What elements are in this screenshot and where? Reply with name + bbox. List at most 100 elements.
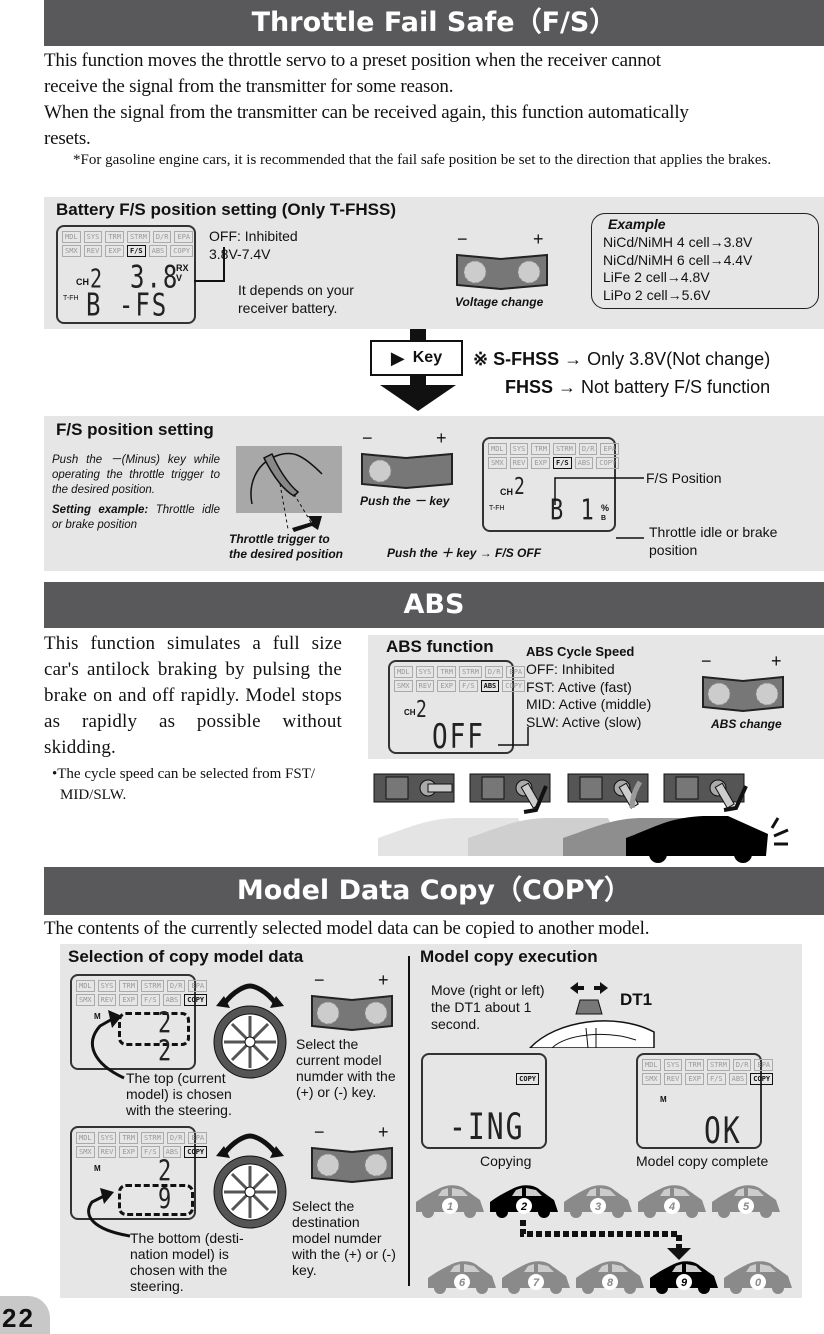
abs-key-pad[interactable]: − + bbox=[701, 651, 786, 717]
lcd-ch-number: 2 bbox=[416, 696, 429, 724]
curved-arrow-icon bbox=[90, 1010, 125, 1080]
callout-lines bbox=[554, 477, 644, 539]
plus-key[interactable] bbox=[364, 1001, 388, 1025]
lcd-tag: SMX bbox=[76, 1146, 95, 1158]
car-number: 5 bbox=[743, 1201, 750, 1213]
key-pad-graphic bbox=[702, 675, 784, 713]
car-number: 9 bbox=[681, 1277, 688, 1289]
fs-intro-line: receive the signal from the transmitter … bbox=[44, 76, 454, 97]
abs-speed-item: FST: Active (fast) bbox=[526, 678, 632, 695]
range-line: 3.8V-7.4V bbox=[209, 246, 271, 262]
fs-position-title: F/S position setting bbox=[56, 420, 214, 439]
minus-key[interactable] bbox=[316, 1001, 340, 1025]
model-car-4: 4 bbox=[636, 1182, 708, 1223]
arrow-down-icon bbox=[667, 1248, 691, 1260]
abs-speed-item: OFF: Inhibited bbox=[526, 661, 615, 677]
lcd-tag: TRM bbox=[119, 980, 138, 992]
plus-key-label: + bbox=[533, 229, 544, 249]
lcd-tag: EPA bbox=[188, 980, 208, 992]
steering-wheel-icon bbox=[213, 983, 287, 1079]
lcd-tag: ABS bbox=[574, 457, 594, 469]
lcd-tag: MDL bbox=[488, 443, 507, 455]
plus-key-label: + bbox=[436, 428, 447, 448]
minus-key[interactable] bbox=[463, 260, 487, 284]
select-destination-key-pad[interactable]: − + bbox=[300, 1122, 395, 1188]
note-fhss: FHSS → Not battery F/S function bbox=[505, 377, 771, 397]
plus-key[interactable] bbox=[517, 260, 541, 284]
example-title: Example bbox=[608, 216, 666, 232]
lcd-tag: COPY bbox=[596, 457, 620, 469]
lcd-tag: SMX bbox=[394, 680, 413, 692]
lcd-mode-label: T-FH bbox=[63, 295, 79, 302]
model-car-0: 0 bbox=[722, 1258, 794, 1299]
model-car-2: 2 bbox=[488, 1182, 560, 1223]
minus-key[interactable] bbox=[707, 682, 731, 706]
minus-key[interactable] bbox=[316, 1153, 340, 1177]
model-car-6: 6 bbox=[426, 1258, 498, 1299]
copying-caption: Copying bbox=[480, 1153, 532, 1169]
dt1-dial-icon[interactable] bbox=[526, 978, 656, 1048]
lcd-tag: D/R bbox=[732, 1059, 752, 1071]
abs-illustration bbox=[373, 773, 789, 863]
abs-speed-title: ABS Cycle Speed bbox=[526, 644, 635, 659]
minus-key-label: − bbox=[314, 970, 325, 990]
lcd-tag: TRM bbox=[531, 443, 550, 455]
lcd-tag: EPA bbox=[600, 443, 620, 455]
lcd-destination-model: 9 bbox=[158, 1184, 174, 1217]
model-car-3: 3 bbox=[562, 1182, 634, 1223]
lcd-tag: EXP bbox=[105, 245, 124, 257]
lcd-tag: MDL bbox=[76, 980, 95, 992]
lcd-tag: TRM bbox=[685, 1059, 704, 1071]
fs-position-label: F/S Position bbox=[646, 470, 722, 486]
lcd-tag-active: COPY bbox=[516, 1073, 539, 1085]
lcd-tag: STRM bbox=[126, 231, 150, 243]
plus-key[interactable] bbox=[755, 682, 779, 706]
lcd-tag: EXP bbox=[531, 457, 550, 469]
lcd-ch-label: CH bbox=[76, 277, 89, 287]
battery-fs-title: Battery F/S position setting (Only T-FHS… bbox=[56, 200, 397, 219]
select-current-key-pad[interactable]: − + bbox=[300, 970, 395, 1036]
lcd-bottom-value: B -FS bbox=[86, 287, 169, 324]
key-pad-graphic bbox=[361, 452, 453, 490]
lcd-tag: EXP bbox=[685, 1073, 704, 1085]
note-sfhss: ※ S-FHSS → Only 3.8V(Not change) bbox=[473, 349, 771, 369]
model-car-9: 9 bbox=[648, 1258, 720, 1299]
play-icon: ▶ bbox=[390, 347, 405, 368]
minus-key-label: − bbox=[362, 428, 373, 448]
model-car-8: 8 bbox=[574, 1258, 646, 1299]
key-pad-graphic bbox=[456, 253, 548, 291]
abs-bullet: •The cycle speed can be selected from FS… bbox=[52, 766, 316, 803]
lcd-tag: MDL bbox=[62, 231, 81, 243]
abs-panel-title: ABS function bbox=[386, 637, 494, 656]
depends-line: It depends on your bbox=[238, 282, 354, 298]
minus-key[interactable] bbox=[368, 459, 392, 483]
lcd-tag: EXP bbox=[119, 1146, 138, 1158]
lcd-unit-v: V bbox=[176, 273, 183, 283]
bottom-key-caption: Select the destination model numder with… bbox=[292, 1198, 396, 1278]
lcd-tag: SMX bbox=[62, 245, 81, 257]
lcd-tag: STRM bbox=[552, 443, 576, 455]
lcd-tag: REV bbox=[83, 245, 103, 257]
lcd-tag: TRM bbox=[437, 666, 456, 678]
lcd-tag: TRM bbox=[105, 231, 124, 243]
section-header-fail-safe: Throttle Fail Safe（F/S） bbox=[44, 0, 824, 46]
depends-note: It depends on your receiver battery. bbox=[238, 281, 354, 317]
fs-intro: This function moves the throttle servo t… bbox=[44, 48, 804, 152]
lcd-tag: REV bbox=[663, 1073, 683, 1085]
fs-instruction: Push the －(Minus) key while operating th… bbox=[52, 454, 220, 496]
lcd-tag: F/S bbox=[458, 680, 478, 692]
lcd-tag: D/R bbox=[484, 666, 504, 678]
lcd-unit-rx: RX bbox=[176, 263, 189, 273]
lcd-tag: COPY bbox=[170, 245, 194, 257]
lcd-copying-value: -ING bbox=[449, 1105, 525, 1148]
plus-key-label: + bbox=[378, 970, 389, 990]
lcd-tag: D/R bbox=[166, 980, 186, 992]
fs-key-pad[interactable]: − + bbox=[360, 428, 455, 494]
model-car-1: 1 bbox=[414, 1182, 486, 1223]
key-pad-graphic bbox=[311, 994, 393, 1032]
key-box: ▶ Key bbox=[370, 340, 463, 376]
plus-key[interactable] bbox=[364, 1153, 388, 1177]
push-plus-caption: Push the ＋ key → F/S OFF bbox=[387, 546, 542, 560]
section-header-copy: Model Data Copy（COPY） bbox=[44, 867, 824, 915]
abs-speed-item: MID: Active (middle) bbox=[526, 696, 652, 712]
